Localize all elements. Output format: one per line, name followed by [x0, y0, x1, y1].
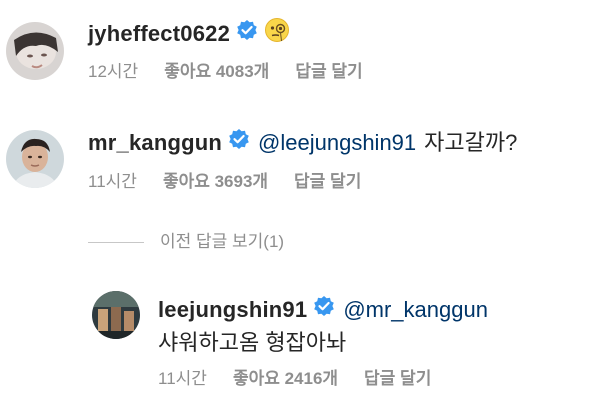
reply-button[interactable]: 답글 달기 — [294, 172, 361, 191]
username[interactable]: mr_kanggun — [88, 130, 222, 155]
comment-mr_kanggun: mr_kanggun @leejungshin91 자고갈까? 11시간 좋아요 36… — [0, 120, 600, 210]
username[interactable]: leejungshin91 — [158, 297, 307, 322]
reply-button[interactable]: 답글 달기 — [364, 369, 431, 388]
verified-badge-icon — [228, 128, 250, 157]
avatar[interactable] — [92, 291, 140, 339]
comment-text: 샤워하고옴 형잡아놔 — [158, 330, 347, 355]
username[interactable]: jyheffect0622 — [88, 21, 230, 46]
comment-time: 11시간 — [158, 369, 207, 388]
likes-count[interactable]: 좋아요 3693개 — [163, 172, 268, 191]
likes-count[interactable]: 좋아요 2416개 — [233, 369, 338, 388]
divider-dash — [88, 242, 144, 244]
face-with-monocle-emoji — [264, 17, 290, 50]
reply-button[interactable]: 답글 달기 — [295, 62, 362, 81]
reply-leejungshin91: leejungshin91 @mr_kanggun 샤워하고옴 형잡아놔 11시간… — [0, 285, 600, 400]
comment-time: 11시간 — [88, 172, 137, 191]
verified-badge-icon — [313, 295, 335, 324]
mention-link[interactable]: @leejungshin91 — [258, 130, 416, 155]
verified-badge-icon — [236, 19, 258, 48]
comment-jyheffect0622: jyheffect0622 12시간 좋아요 4083개 답글 달기 — [0, 0, 600, 100]
avatar[interactable] — [6, 130, 64, 188]
comment-text: 자고갈까? — [424, 130, 518, 155]
avatar[interactable] — [6, 22, 64, 80]
mention-link[interactable]: @mr_kanggun — [343, 297, 488, 322]
comment-time: 12시간 — [88, 62, 139, 81]
view-previous-label: 이전 답글 보기(1) — [160, 232, 285, 251]
view-previous-replies[interactable]: 이전 답글 보기(1) — [88, 231, 284, 253]
likes-count[interactable]: 좋아요 4083개 — [164, 62, 269, 81]
